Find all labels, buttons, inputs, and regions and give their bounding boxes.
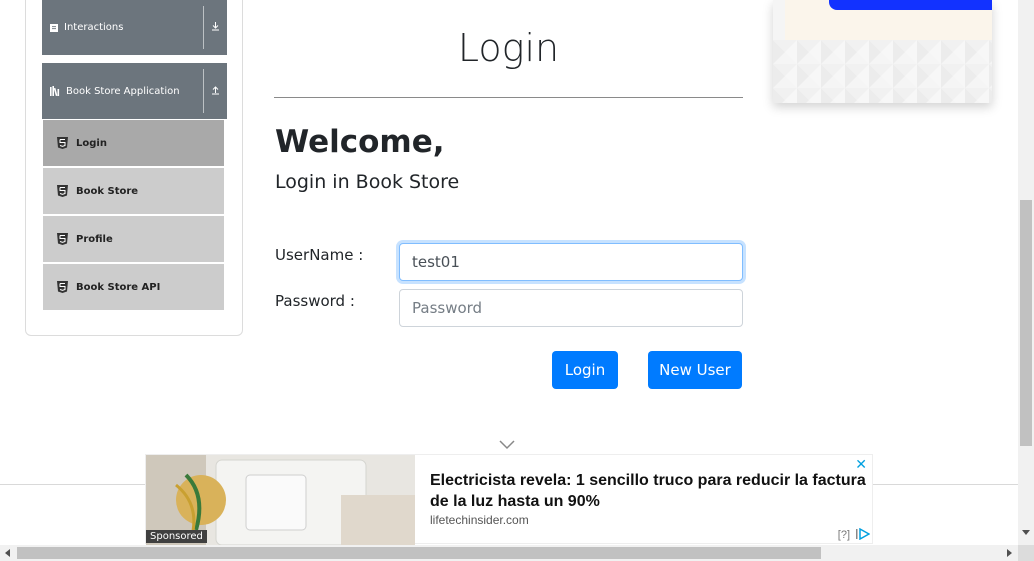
library-icon	[50, 86, 60, 96]
username-input[interactable]	[399, 243, 743, 281]
username-label: UserName :	[275, 246, 364, 264]
list-icon	[50, 23, 58, 32]
group-label-interactions: Interactions	[64, 22, 124, 33]
group-header-book-store-application[interactable]: Book Store Application	[42, 63, 227, 119]
ad-headline[interactable]: Electricista revela: 1 sencillo truco pa…	[430, 470, 870, 512]
sidebar-item-book-store[interactable]: Book Store	[43, 168, 224, 214]
html5-icon	[57, 185, 68, 197]
scroll-right-arrow-icon[interactable]	[1007, 549, 1012, 557]
sidebar-item-book-store-api[interactable]: Book Store API	[43, 264, 224, 310]
sidebar-item-label: Profile	[76, 233, 113, 245]
sidebar-item-label: Book Store API	[76, 281, 161, 293]
title-divider	[274, 97, 743, 98]
new-user-button[interactable]: New User	[648, 351, 742, 389]
vertical-scrollbar[interactable]	[1018, 0, 1034, 545]
adchoices-icon[interactable]	[856, 528, 870, 540]
vertical-scroll-thumb[interactable]	[1020, 200, 1032, 446]
sidebar-item-login[interactable]: Login	[43, 120, 224, 166]
ad-banner[interactable]: Sponsored Electricista revela: 1 sencill…	[145, 454, 873, 545]
sidebar-item-label: Login	[76, 137, 107, 149]
scrollbar-corner	[1018, 545, 1034, 561]
welcome-subtitle: Login in Book Store	[275, 171, 460, 193]
ad-info-link[interactable]: [?]	[838, 529, 850, 541]
html5-icon	[57, 281, 68, 293]
ad-domain[interactable]: lifetechinsider.com	[430, 513, 529, 527]
close-icon[interactable]: ✕	[855, 457, 867, 473]
sponsored-label: Sponsored	[146, 530, 207, 543]
top-ad-card[interactable]	[773, 0, 992, 103]
password-input[interactable]	[399, 289, 743, 327]
html5-icon	[57, 233, 68, 245]
ad-pattern-image	[773, 40, 992, 103]
scroll-down-arrow-icon[interactable]	[1022, 530, 1030, 535]
group-header-interactions[interactable]: Interactions	[42, 0, 227, 55]
html5-icon	[57, 137, 68, 149]
sidebar-item-label: Book Store	[76, 185, 139, 197]
sidebar-item-profile[interactable]: Profile	[43, 216, 224, 262]
page-title: Login	[457, 26, 560, 70]
download-arrow-icon	[204, 21, 227, 34]
welcome-heading: Welcome,	[275, 124, 445, 160]
horizontal-scrollbar[interactable]	[0, 545, 1018, 561]
password-label: Password :	[275, 292, 355, 310]
scroll-left-arrow-icon[interactable]	[5, 549, 10, 557]
chevron-down-icon[interactable]	[499, 440, 515, 450]
login-button[interactable]: Login	[552, 351, 618, 389]
upload-arrow-icon	[204, 85, 227, 98]
ad-card-button[interactable]	[829, 0, 992, 10]
group-label-book-store-application: Book Store Application	[66, 85, 180, 97]
horizontal-scroll-thumb[interactable]	[17, 547, 821, 559]
